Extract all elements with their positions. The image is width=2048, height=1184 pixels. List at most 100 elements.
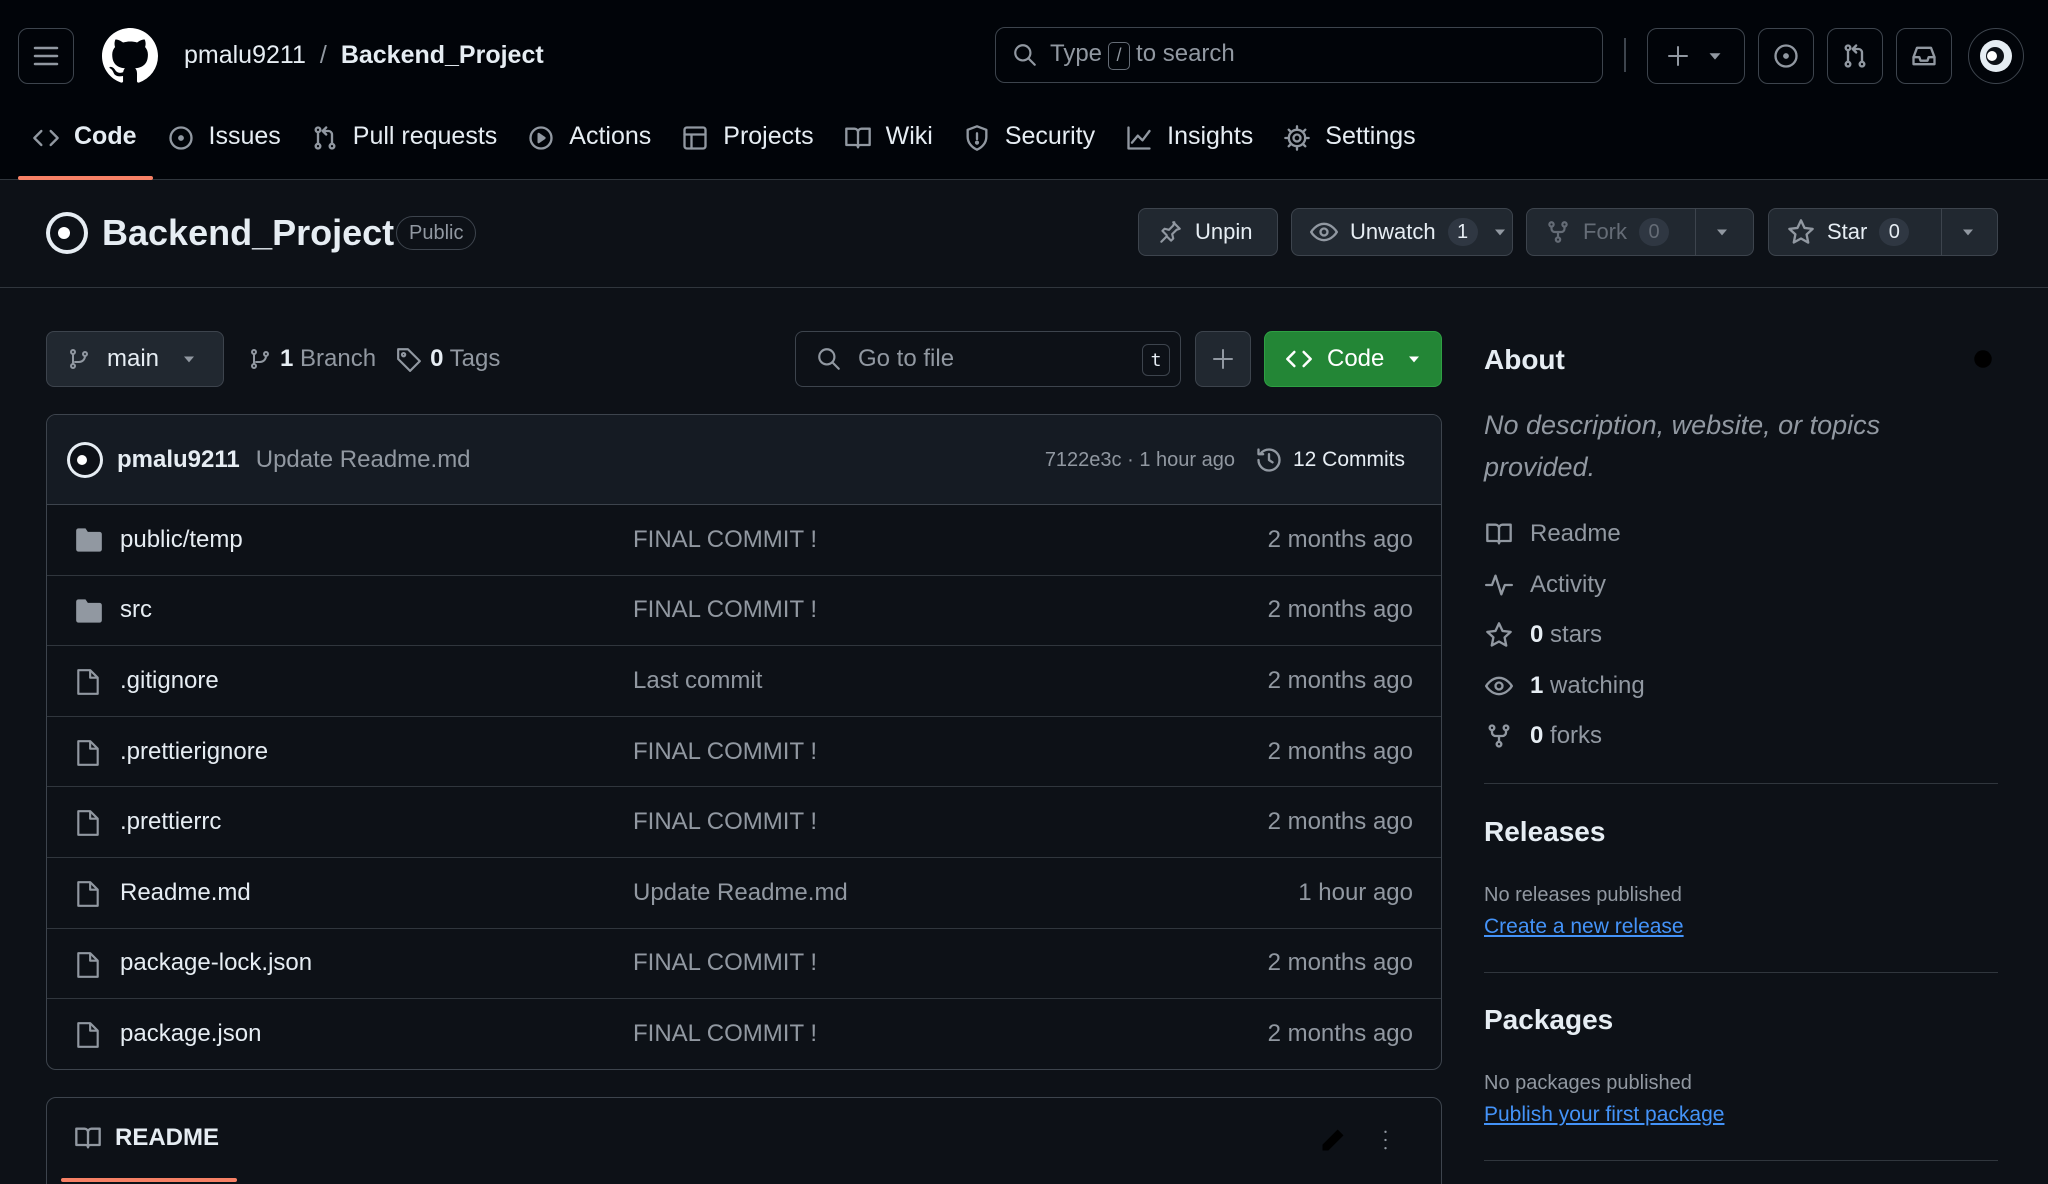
file-commit-message[interactable]: Update Readme.md	[633, 879, 848, 907]
go-to-file-input[interactable]: Go to file t	[795, 331, 1181, 387]
commit-author-avatar[interactable]	[67, 441, 103, 478]
file-name[interactable]: .prettierrc	[120, 808, 221, 836]
file-commit-time: 2 months ago	[1267, 737, 1413, 765]
breadcrumb: pmalu9211 / Backend_Project	[184, 38, 544, 72]
file-row[interactable]: .prettierrc FINAL COMMIT ! 2 months ago	[47, 787, 1441, 858]
commit-author[interactable]: pmalu9211	[117, 446, 240, 474]
pull-requests-button[interactable]	[1827, 28, 1883, 84]
file-name[interactable]: .gitignore	[120, 667, 219, 695]
github-logo-icon[interactable]	[102, 28, 158, 84]
issues-button[interactable]	[1758, 28, 1814, 84]
repo-link[interactable]: Backend_Project	[341, 41, 544, 70]
file-name[interactable]: src	[120, 596, 152, 624]
create-release-link[interactable]: Create a new release	[1484, 915, 1684, 939]
tab-actions[interactable]: Actions	[513, 108, 667, 180]
branch-label: Branch	[300, 345, 377, 372]
releases-empty-text: No releases published	[1484, 884, 1682, 906]
code-button-label: Code	[1327, 345, 1385, 372]
file-name[interactable]: public/temp	[120, 526, 243, 554]
tab-pull-requests[interactable]: Pull requests	[297, 108, 514, 180]
tags-link[interactable]: 0 Tags	[430, 345, 500, 373]
search-suffix: to search	[1136, 40, 1235, 68]
file-row[interactable]: .prettierignore FINAL COMMIT ! 2 months …	[47, 717, 1441, 788]
tab-insights[interactable]: Insights	[1111, 108, 1269, 180]
tab-projects[interactable]: Projects	[667, 108, 829, 180]
tag-label: Tags	[449, 345, 501, 372]
fork-button[interactable]: Fork 0	[1526, 208, 1754, 256]
file-commit-message[interactable]: Last commit	[633, 667, 762, 695]
branch-select-button[interactable]: main	[46, 331, 224, 387]
packages-empty-text: No packages published	[1484, 1072, 1692, 1094]
git-pull-request-icon	[314, 126, 336, 150]
file-row[interactable]: src FINAL COMMIT ! 2 months ago	[47, 576, 1441, 647]
file-row[interactable]: package.json FINAL COMMIT ! 2 months ago	[47, 999, 1441, 1069]
commit-message[interactable]: Update Readme.md	[256, 446, 471, 474]
unpin-button[interactable]: Unpin	[1138, 208, 1278, 256]
file-name[interactable]: .prettierignore	[120, 738, 268, 766]
file-row[interactable]: public/temp FINAL COMMIT ! 2 months ago	[47, 505, 1441, 576]
file-name[interactable]: package-lock.json	[120, 949, 312, 977]
global-search-input[interactable]: Type / to search	[995, 27, 1603, 83]
file-icon	[77, 810, 99, 837]
releases-heading[interactable]: Releases	[1484, 816, 1605, 848]
table-icon	[683, 126, 707, 150]
file-row[interactable]: package-lock.json FINAL COMMIT ! 2 month…	[47, 929, 1441, 1000]
file-name[interactable]: Readme.md	[120, 879, 251, 907]
file-icon	[77, 1022, 99, 1049]
file-commit-time: 1 hour ago	[1298, 878, 1413, 906]
git-branch-icon	[251, 349, 269, 369]
file-commit-message[interactable]: FINAL COMMIT !	[633, 526, 817, 554]
code-button[interactable]: Code	[1264, 331, 1442, 387]
file-commit-message[interactable]: FINAL COMMIT !	[633, 596, 817, 624]
file-name[interactable]: package.json	[120, 1020, 261, 1048]
add-file-button[interactable]	[1195, 331, 1251, 387]
menu-button[interactable]	[18, 28, 74, 84]
file-row[interactable]: Readme.md Update Readme.md 1 hour ago	[47, 858, 1441, 929]
watching-link[interactable]: 1 watching	[1484, 668, 1645, 704]
publish-package-link[interactable]: Publish your first package	[1484, 1103, 1724, 1127]
repo-owner-avatar[interactable]	[46, 212, 88, 254]
star-dropdown[interactable]	[1941, 209, 1994, 255]
readme-link[interactable]: Readme	[1484, 516, 1621, 552]
tab-code[interactable]: Code	[18, 108, 153, 180]
fork-dropdown[interactable]	[1695, 209, 1748, 255]
tab-issues[interactable]: Issues	[153, 108, 297, 180]
inbox-button[interactable]	[1896, 28, 1952, 84]
star-button[interactable]: Star 0	[1768, 208, 1998, 256]
hamburger-icon	[33, 46, 59, 66]
commits-link[interactable]: 12 Commits	[1255, 446, 1405, 474]
triangle-down-icon	[1963, 229, 1973, 236]
packages-heading[interactable]: Packages	[1484, 1004, 1613, 1036]
file-commit-message[interactable]: FINAL COMMIT !	[633, 808, 817, 836]
user-avatar[interactable]	[1968, 28, 2024, 84]
commit-hash-time[interactable]: 7122e3c · 1 hour ago	[1045, 449, 1235, 472]
pencil-icon[interactable]	[1319, 1126, 1347, 1154]
tab-wiki[interactable]: Wiki	[830, 108, 949, 180]
activity-link[interactable]: Activity	[1484, 567, 1606, 603]
unwatch-button[interactable]: Unwatch 1	[1291, 208, 1513, 256]
list-unordered-icon[interactable]	[1381, 1126, 1411, 1154]
branches-link[interactable]: 1 Branch	[280, 345, 376, 373]
repo-nav: Code Issues Pull requests Actions Projec…	[18, 108, 1432, 180]
file-row[interactable]: .gitignore Last commit 2 months ago	[47, 646, 1441, 717]
tab-settings[interactable]: Settings	[1269, 108, 1431, 180]
pulse-icon	[1485, 574, 1513, 596]
readme-tab[interactable]: README	[73, 1124, 219, 1152]
issue-opened-icon	[168, 126, 193, 150]
file-commit-message[interactable]: FINAL COMMIT !	[633, 949, 817, 977]
file-commit-message[interactable]: FINAL COMMIT !	[633, 738, 817, 766]
create-new-button[interactable]	[1647, 28, 1745, 84]
stars-label: stars	[1550, 621, 1603, 648]
owner-link[interactable]: pmalu9211	[184, 41, 306, 70]
repo-title-bar: Backend_Project Public Unpin Unwatch 1 F…	[0, 180, 2048, 288]
stars-link[interactable]: 0 stars	[1484, 617, 1602, 653]
tab-security[interactable]: Security	[949, 108, 1111, 180]
gear-icon[interactable]	[1968, 344, 1998, 374]
forks-link[interactable]: 0 forks	[1484, 718, 1602, 754]
file-commit-message[interactable]: FINAL COMMIT !	[633, 1020, 817, 1048]
git-branch-icon	[70, 349, 88, 369]
forks-count: 0	[1530, 722, 1544, 749]
slash-key-hint: /	[1108, 41, 1131, 70]
graph-icon	[1127, 126, 1151, 150]
repo-title[interactable]: Backend_Project	[102, 212, 394, 254]
